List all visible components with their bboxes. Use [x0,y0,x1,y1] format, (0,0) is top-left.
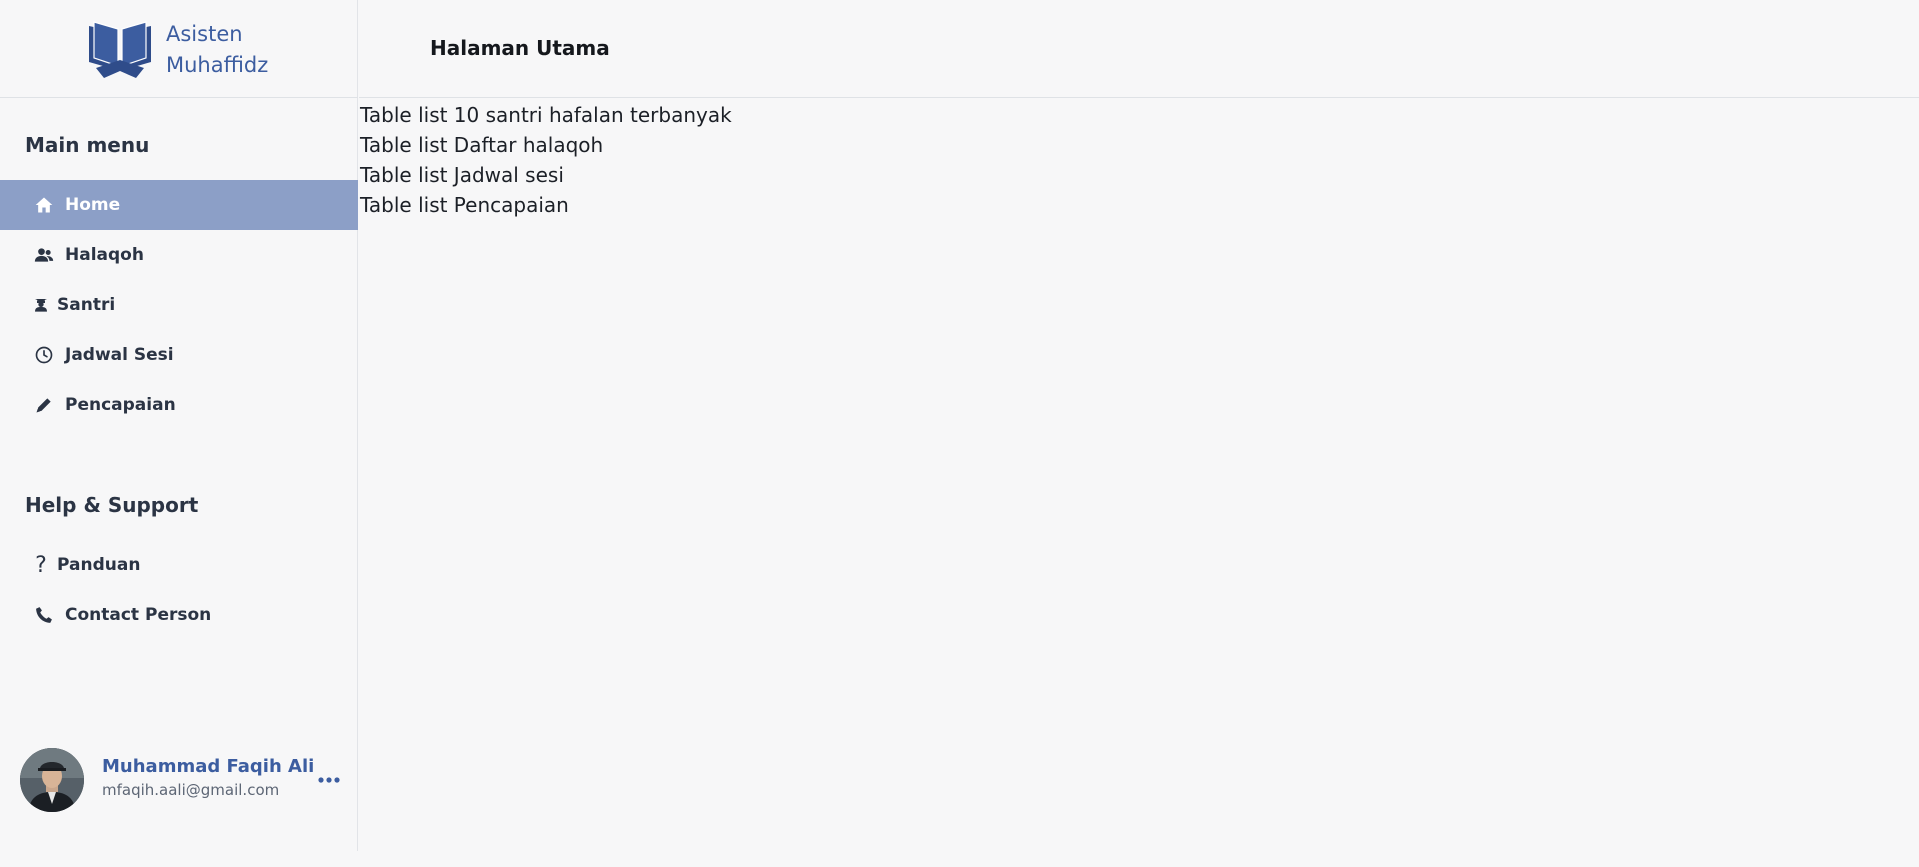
more-options-button[interactable] [315,766,343,794]
sidebar-item-label: Pencapaian [65,395,176,415]
app: Asisten Muhaffidz Main menu Home Halaqoh [0,0,1919,867]
sidebar-item-contact-person[interactable]: Contact Person [0,590,358,640]
content-line-pencapaian: Table list Pencapaian [360,193,569,217]
sidebar-item-santri[interactable]: Santri [0,280,358,330]
avatar [20,748,84,812]
sidebar-item-home[interactable]: Home [0,180,358,230]
quran-book-logo-icon [89,21,151,78]
sidebar: Asisten Muhaffidz Main menu Home Halaqoh [0,0,358,851]
content-line-jadwal-sesi: Table list Jadwal sesi [360,163,564,187]
brand-name-line1: Asisten [166,22,243,46]
question-icon: ? [35,552,47,578]
pencil-icon [33,394,55,416]
content-line-daftar-halaqoh: Table list Daftar halaqoh [360,133,604,157]
sidebar-item-label: Panduan [57,555,141,575]
sidebar-item-jadwal-sesi[interactable]: Jadwal Sesi [0,330,358,380]
users-icon [33,244,55,266]
user-profile[interactable]: Muhammad Faqih Ali mfaqih.aali@gmail.com [20,748,340,812]
more-horizontal-icon [318,777,340,783]
sidebar-item-halaqoh[interactable]: Halaqoh [0,230,358,280]
brand: Asisten Muhaffidz [0,0,358,98]
sidebar-item-panduan[interactable]: ? Panduan [0,540,358,590]
profile-name: Muhammad Faqih Ali [102,756,315,777]
brand-name: Asisten Muhaffidz [166,19,268,81]
student-icon [33,294,49,316]
help-support-title: Help & Support [25,493,199,517]
main-content: Table list 10 santri hafalan terbanyak T… [360,100,732,220]
profile-email: mfaqih.aali@gmail.com [102,781,280,799]
sidebar-item-label: Home [65,195,121,215]
top-bar: Halaman Utama [359,0,1919,98]
home-icon [33,194,55,216]
sidebar-item-label: Contact Person [65,605,212,625]
main-menu-title: Main menu [25,133,150,157]
sidebar-item-pencapaian[interactable]: Pencapaian [0,380,358,430]
sidebar-item-label: Santri [57,295,116,315]
brand-name-line2: Muhaffidz [166,53,269,77]
clock-icon [33,344,55,366]
page-title: Halaman Utama [430,36,610,60]
phone-icon [33,604,55,626]
sidebar-item-label: Halaqoh [65,245,144,265]
content-line-top-santri: Table list 10 santri hafalan terbanyak [360,103,732,127]
sidebar-item-label: Jadwal Sesi [65,345,174,365]
